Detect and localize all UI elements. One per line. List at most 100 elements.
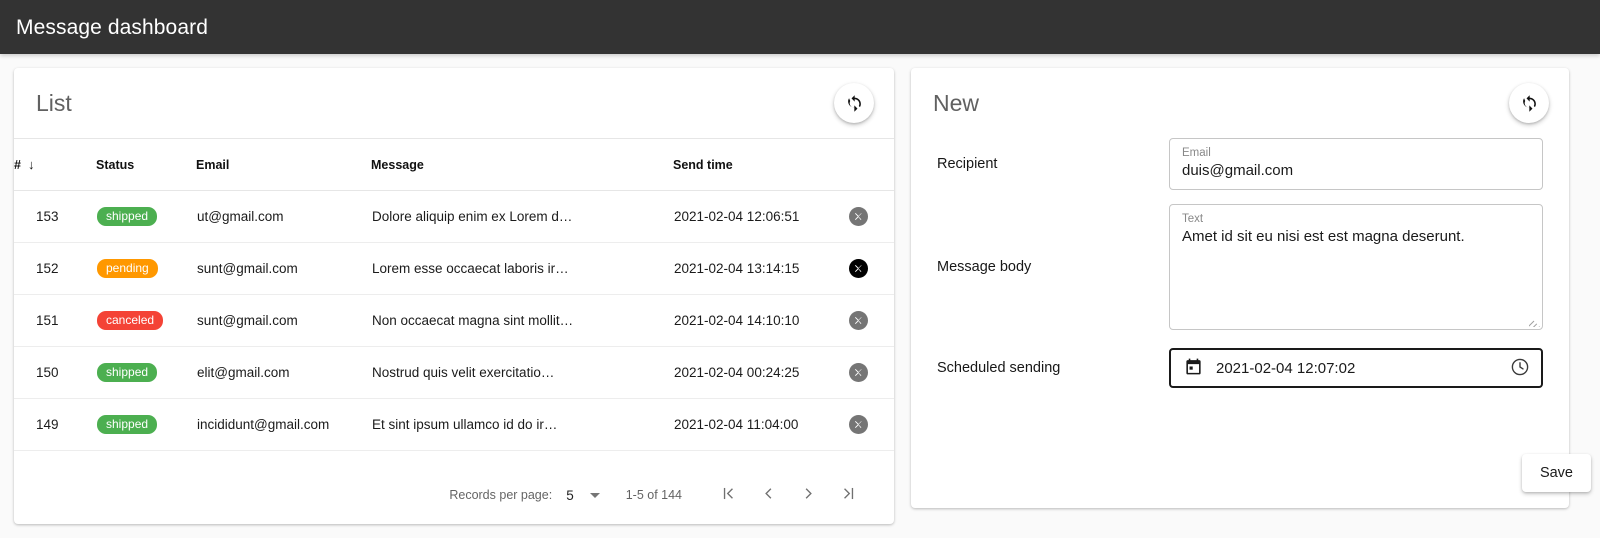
cell-email: elit@gmail.com (196, 346, 371, 399)
cell-send-time: 2021-02-04 11:04:00 (673, 398, 848, 451)
close-icon (853, 315, 864, 326)
time-picker-button[interactable] (1509, 356, 1531, 381)
delete-row-button[interactable] (849, 415, 868, 434)
datetime-value: 2021-02-04 12:07:02 (1216, 359, 1356, 377)
column-header-actions (848, 138, 894, 191)
message-body-row: Message body Text Amet id sit eu nisi es… (937, 204, 1543, 330)
cell-message: Non occaecat magna sint mollit… (371, 294, 673, 347)
refresh-button-new[interactable] (1509, 83, 1549, 123)
scheduled-sending-label: Scheduled sending (937, 360, 1061, 376)
new-card: New Recipient Email duis@gmail.com Messa… (911, 68, 1591, 508)
column-header-email[interactable]: Email (196, 138, 371, 191)
message-body-label: Message body (937, 259, 1032, 275)
records-per-page-label: Records per page: (449, 488, 553, 502)
cell-status: shipped (96, 398, 196, 451)
column-header-number[interactable]: # ↓ (14, 138, 96, 191)
status-badge: shipped (97, 207, 158, 226)
cell-status: shipped (96, 190, 196, 243)
cell-number: 149 (14, 398, 96, 451)
datetime-field[interactable]: 2021-02-04 12:07:02 (1169, 348, 1543, 388)
email-field[interactable]: Email duis@gmail.com (1169, 138, 1543, 190)
messages-table: # ↓ Status Email Message Send time 153 sh… (14, 138, 894, 451)
cell-send-time: 2021-02-04 14:10:10 (673, 294, 848, 347)
records-per-page-select[interactable]: 5 (566, 488, 600, 503)
status-badge: pending (97, 259, 158, 278)
refresh-icon (1519, 93, 1540, 114)
list-card: List # ↓ Status Email Message Send time … (14, 68, 894, 524)
new-card-header: New (911, 68, 1569, 138)
new-message-form: Recipient Email duis@gmail.com Message b… (911, 138, 1591, 508)
list-card-header: List (14, 68, 894, 138)
cell-message: Nostrud quis velit exercitatio… (371, 346, 673, 399)
cell-delete (848, 190, 894, 243)
cell-message: Lorem esse occaecat laboris ir… (371, 242, 673, 295)
delete-row-button[interactable] (849, 259, 868, 278)
delete-row-button[interactable] (849, 363, 868, 382)
cell-delete (848, 242, 894, 295)
previous-page-icon (759, 484, 778, 506)
refresh-icon (844, 93, 865, 114)
textarea-resize-handle[interactable] (1529, 316, 1540, 327)
table-row[interactable]: 151 canceled sunt@gmail.com Non occaecat… (14, 294, 894, 347)
email-field-label: Email (1182, 147, 1211, 159)
recipient-row: Recipient Email duis@gmail.com (937, 138, 1543, 190)
table-body: 153 shipped ut@gmail.com Dolore aliquip … (14, 190, 894, 451)
cell-email: sunt@gmail.com (196, 242, 371, 295)
message-text-field-label: Text (1182, 213, 1204, 225)
cell-email: ut@gmail.com (196, 190, 371, 243)
previous-page-button[interactable] (748, 475, 788, 515)
cell-delete (848, 398, 894, 451)
close-icon (853, 367, 864, 378)
close-icon (853, 419, 864, 430)
delete-row-button[interactable] (849, 207, 868, 226)
delete-row-button[interactable] (849, 311, 868, 330)
column-header-send-time[interactable]: Send time (673, 138, 848, 191)
first-page-button[interactable] (708, 475, 748, 515)
page-content: List # ↓ Status Email Message Send time … (0, 54, 1600, 538)
table-row[interactable]: 152 pending sunt@gmail.com Lorem esse oc… (14, 242, 894, 295)
table-row[interactable]: 150 shipped elit@gmail.com Nostrud quis … (14, 346, 894, 399)
next-page-button[interactable] (788, 475, 828, 515)
cell-send-time: 2021-02-04 12:06:51 (673, 190, 848, 243)
cell-message: Et sint ipsum ullamco id do ir… (371, 398, 673, 451)
save-button[interactable]: Save (1521, 454, 1591, 492)
table-header-row: # ↓ Status Email Message Send time (14, 138, 894, 191)
table-header: # ↓ Status Email Message Send time (14, 138, 894, 191)
cell-number: 151 (14, 294, 96, 347)
cell-number: 150 (14, 346, 96, 399)
list-title: List (36, 89, 72, 116)
cell-status: canceled (96, 294, 196, 347)
form-actions: Save (937, 454, 1591, 508)
calendar-picker-button[interactable] (1184, 357, 1203, 379)
status-badge: shipped (97, 415, 158, 434)
cell-email: incididunt@gmail.com (196, 398, 371, 451)
status-badge: shipped (97, 363, 158, 382)
app-bar: Message dashboard (0, 0, 1600, 54)
message-text-field[interactable]: Text Amet id sit eu nisi est est magna d… (1169, 204, 1543, 330)
recipient-control: Email duis@gmail.com (1169, 138, 1543, 190)
table-row[interactable]: 149 shipped incididunt@gmail.com Et sint… (14, 398, 894, 451)
message-text-field-value: Amet id sit eu nisi est est magna deseru… (1182, 228, 1465, 245)
next-page-icon (799, 484, 818, 506)
cell-delete (848, 346, 894, 399)
paginator: Records per page: 5 1-5 of 144 (14, 466, 894, 524)
status-badge: canceled (97, 311, 164, 330)
close-icon (853, 211, 864, 222)
cell-number: 152 (14, 242, 96, 295)
table-row[interactable]: 153 shipped ut@gmail.com Dolore aliquip … (14, 190, 894, 243)
email-field-value: duis@gmail.com (1182, 162, 1294, 179)
column-header-message[interactable]: Message (371, 138, 673, 191)
last-page-button[interactable] (828, 475, 868, 515)
first-page-icon (719, 484, 738, 506)
paginator-range-label: 1-5 of 144 (625, 488, 682, 502)
cell-status: pending (96, 242, 196, 295)
refresh-button-list[interactable] (834, 83, 874, 123)
column-header-status[interactable]: Status (96, 138, 196, 191)
app-title: Message dashboard (16, 15, 208, 39)
calendar-icon (1184, 357, 1203, 379)
cell-send-time: 2021-02-04 13:14:15 (673, 242, 848, 295)
close-icon (853, 263, 864, 274)
cell-message: Dolore aliquip enim ex Lorem d… (371, 190, 673, 243)
records-per-page-value: 5 (566, 487, 574, 503)
sort-descending-icon: ↓ (27, 157, 35, 172)
